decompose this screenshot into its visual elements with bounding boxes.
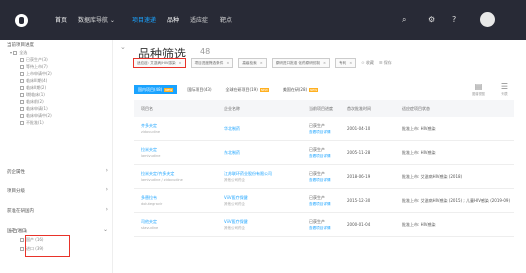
highlight-annotation — [25, 235, 70, 257]
close-icon: × — [259, 61, 263, 65]
project-detail-link[interactable]: 查看项目详情 — [309, 225, 347, 231]
list-view-button[interactable]: ☰ 列表 — [498, 82, 511, 96]
status-item[interactable]: 临床III期(4) — [20, 78, 47, 84]
tab-usa[interactable]: 美国在研(28) NEW — [279, 85, 322, 94]
table-header: 项目名 企业名称 当前项目进度 首次批准时间 适应症项目状态 — [134, 100, 514, 117]
col-project-name[interactable]: 项目名 — [134, 106, 224, 112]
filter-chip-progress[interactable]: 项目进度筛选条件 × — [190, 58, 234, 68]
project-tabs: 国内项目(48) NEW 国际项目(43) 全球在研项目(19) NEW 美国在研(… — [134, 85, 322, 94]
top-navbar: 首页 数据库导航 ⌄ 项目速递 品种 适应症 靶点 ⌕ ⚙ ? — [0, 0, 526, 40]
section-project-grade[interactable]: 项目分级 — [7, 188, 25, 194]
status-item[interactable]: 上市申请中(2) — [20, 71, 52, 77]
section-company-type[interactable]: 药企属性 — [7, 169, 25, 175]
project-detail-link[interactable]: 查看项目详情 — [309, 177, 347, 183]
filter-chip-advanced[interactable]: 高级检索 × — [238, 58, 267, 68]
company-link[interactable]: 东北制药 — [224, 150, 309, 156]
close-icon: × — [178, 61, 182, 65]
status-item[interactable]: I期临床(1) — [20, 92, 45, 98]
graph-icon: ▤ — [474, 82, 483, 91]
chevron-right-icon[interactable]: › — [106, 186, 108, 193]
tab-global[interactable]: 全球在研项目(19) NEW — [222, 85, 273, 94]
tab-domestic[interactable]: 国内项目(48) NEW — [134, 85, 178, 94]
table-row: 多替拉韦 dolutegravir ViiV医疗保健 其他公司药企 已获生产 查看项目… — [134, 189, 514, 213]
col-approval-date[interactable]: 首次批准时间 — [347, 106, 402, 112]
project-detail-link[interactable]: 查看项目详情 — [309, 201, 347, 207]
nav-project-express[interactable]: 项目速递 — [132, 15, 156, 24]
collect-button[interactable]: ✩ 收藏 — [361, 60, 374, 66]
tab-international[interactable]: 国际项目(43) — [183, 85, 215, 94]
chevron-right-icon[interactable]: › — [106, 167, 108, 174]
col-indication-status[interactable]: 适应症项目状态 — [402, 106, 514, 112]
filter-chip-patent[interactable]: 专利 × — [335, 58, 357, 68]
close-icon: × — [226, 61, 230, 65]
section-domestic[interactable]: 获准在研国内 — [7, 208, 34, 214]
status-item[interactable]: 不批准(1) — [20, 120, 44, 126]
chevron-down-icon[interactable]: ⌄ — [103, 226, 108, 233]
col-company[interactable]: 企业名称 — [224, 106, 309, 112]
company-link[interactable]: 华北制药 — [224, 126, 309, 132]
filter-bar: 适应症: 艾滋病/HIV感染 × 项目进度筛选条件 × 高级检索 × 原研进口批准 化… — [133, 57, 392, 69]
list-icon: ☰ — [500, 82, 509, 91]
col-progress[interactable]: 当前项目进度 — [309, 106, 347, 112]
results-table: 项目名 企业名称 当前项目进度 首次批准时间 适应症项目状态 齐多夫定 zidov… — [134, 100, 514, 237]
view-toggle: ▤ 图谱视图 ☰ 列表 — [472, 82, 511, 96]
status-select-all[interactable]: ▾ 全选 — [10, 50, 27, 56]
filter-chip-origin[interactable]: 原研进口批准 化药原研仿制 × — [271, 58, 331, 68]
filter-chip-indication[interactable]: 适应症: 艾滋病/HIV感染 × — [133, 58, 186, 68]
result-count: 48 — [200, 47, 211, 56]
main-panel: ⌄ 品种筛选 48 适应症: 艾滋病/HIV感染 × 项目进度筛选条件 × 高级检索… — [120, 40, 526, 273]
close-icon: × — [323, 61, 327, 65]
chevron-right-icon[interactable]: › — [106, 206, 108, 213]
status-item[interactable]: 临床申请中(2) — [20, 113, 52, 119]
nav-variety[interactable]: 品种 — [167, 15, 179, 24]
table-row: 齐多夫定 zidovudine 华北制药 已获生产 查看项目详情 2001-04-1… — [134, 117, 514, 141]
nav-target[interactable]: 靶点 — [220, 15, 232, 24]
status-item[interactable]: 临床前(2) — [20, 99, 44, 105]
status-item[interactable]: 临床II期(2) — [20, 85, 46, 91]
table-row: 司他夫定 stavudine ViiV医疗保健 其他公司药企 已获生产 查看项目详情 … — [134, 213, 514, 237]
import-select-all[interactable]: ▾ 全选 — [10, 228, 27, 234]
app-logo[interactable] — [15, 14, 28, 27]
project-detail-link[interactable]: 查看项目详情 — [309, 153, 347, 159]
sidebar-title: 当前项目进度 — [7, 43, 34, 48]
nav-database[interactable]: 数据库导航 ⌄ — [78, 15, 115, 24]
status-item[interactable]: 临床申请(1) — [20, 106, 48, 112]
project-detail-link[interactable]: 查看项目详情 — [309, 129, 347, 135]
collapse-icon[interactable]: ⌄ — [120, 43, 126, 51]
table-row: 拉米夫定 lamivudine 东北制药 已获生产 查看项目详情 2005-11-2… — [134, 141, 514, 165]
close-icon: × — [349, 61, 353, 65]
graph-view-button[interactable]: ▤ 图谱视图 — [472, 82, 485, 96]
settings-icon[interactable]: ⚙ — [428, 15, 435, 24]
help-icon[interactable]: ? — [452, 15, 456, 24]
nav-indication[interactable]: 适应症 — [190, 15, 208, 24]
save-button[interactable]: ☰ 保存 — [379, 60, 392, 66]
table-row: 拉米夫定/齐多夫定 lamivudine / zidovudine 江苏联环药业股… — [134, 165, 514, 189]
status-item[interactable]: 等待上市(7) — [20, 64, 48, 70]
search-icon[interactable]: ⌕ — [402, 15, 406, 25]
status-item[interactable]: 已获生产(3) — [20, 57, 48, 63]
user-avatar[interactable] — [480, 12, 495, 27]
nav-home[interactable]: 首页 — [55, 15, 67, 24]
